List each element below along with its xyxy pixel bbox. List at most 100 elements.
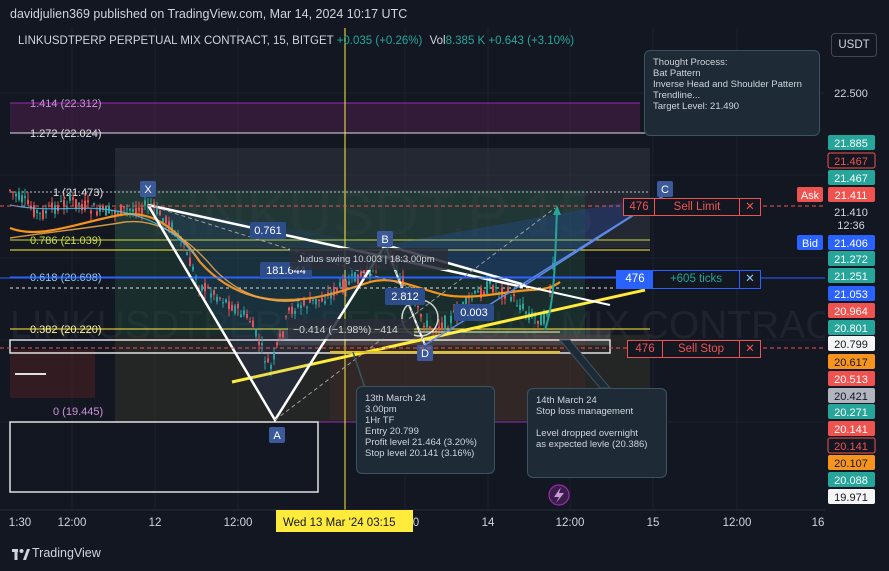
candle-body	[486, 281, 488, 294]
candle-body	[81, 204, 83, 211]
candle-body	[429, 326, 431, 330]
candle-body	[138, 207, 140, 211]
position-order[interactable]: 476 +605 ticks ✕	[616, 270, 761, 289]
candle-body	[54, 205, 56, 214]
candle-body	[117, 212, 119, 214]
price-tick-label: 21.410	[834, 207, 868, 219]
thought-note[interactable]: Thought Process: Bat Pattern Inverse Hea…	[644, 50, 820, 136]
time-tick-label: 12:00	[723, 517, 752, 529]
pattern-point-a: A	[273, 430, 281, 442]
candle-body	[45, 210, 47, 214]
fib-zone-top	[10, 103, 640, 133]
candle-body	[426, 320, 428, 328]
ask-label: Ask	[801, 190, 820, 202]
fib-label: 0 (19.445)	[53, 406, 103, 418]
candle-body	[495, 286, 497, 289]
tradingview-logo-icon	[12, 548, 30, 560]
ratio-xa: 0.761	[254, 225, 282, 237]
vol-change: +0.643 (+3.10%)	[488, 35, 575, 47]
time-tick-label: 15	[647, 517, 660, 529]
sell-limit-order[interactable]: 476 Sell Limit ✕	[623, 198, 761, 216]
candle-body	[21, 195, 23, 203]
candle-body	[15, 193, 17, 197]
fib-label: 1.272 (22.024)	[30, 128, 102, 140]
ratio-cd: 0.003	[460, 307, 488, 319]
price-tick-label: 21.406	[834, 238, 868, 250]
candle-body	[477, 290, 479, 293]
price-tick-label: 21.467	[834, 156, 868, 168]
price-tick-label: 21.272	[834, 254, 868, 266]
price-tick-label: 21.885	[834, 138, 868, 150]
price-tick-label: 20.964	[834, 306, 868, 318]
fib-label: 0.786 (21.039)	[30, 235, 102, 247]
sell-stop-label: Sell Stop	[677, 343, 725, 355]
vol-value: 8.385 K	[445, 35, 486, 47]
candle-body	[444, 315, 446, 330]
candle-body	[441, 322, 443, 330]
price-tick-label: 20.271	[834, 407, 868, 419]
currency-button[interactable]: USDT	[831, 33, 877, 57]
stoploss-note[interactable]: 14th March 24 Stop loss management Level…	[527, 388, 667, 478]
candle-body	[78, 202, 80, 205]
candle-body	[141, 207, 143, 214]
candle-body	[12, 191, 14, 193]
symbol-name[interactable]: LINKUSDTPERP PERPETUAL MIX CONTRACT, 15,…	[18, 35, 333, 47]
candle-body	[36, 210, 38, 214]
vol-label: Vol	[429, 35, 446, 47]
symbol-header: LINKUSDTPERP PERPETUAL MIX CONTRACT, 15,…	[18, 35, 574, 47]
entry-note[interactable]: 13th March 24 3.00pm 1Hr TF Entry 20.799…	[356, 386, 495, 474]
candle-body	[450, 315, 452, 324]
candle-body	[27, 199, 29, 205]
candle-body	[513, 293, 515, 297]
candle-body	[9, 189, 11, 191]
candle-body	[492, 285, 494, 293]
fib-label: 1.414 (22.312)	[30, 98, 102, 110]
candle-body	[420, 314, 422, 317]
footer-brand[interactable]: TradingView	[12, 546, 101, 560]
price-tick-label: 20.107	[834, 458, 868, 470]
position-label: +605 ticks	[669, 273, 723, 285]
price-tick-label: 20.801	[834, 323, 868, 335]
sell-stop-close-icon[interactable]: ✕	[739, 341, 760, 357]
candle-body	[510, 296, 512, 302]
time-tick-label: 14	[482, 517, 495, 529]
candle-body	[66, 206, 68, 208]
candle-body	[42, 209, 44, 219]
candle-body	[33, 205, 35, 217]
price-tick-label: 20.141	[834, 441, 868, 453]
candle-body	[483, 291, 485, 295]
sell-limit-close-icon[interactable]: ✕	[739, 199, 760, 215]
price-tick-label: 20.799	[834, 339, 868, 351]
candle-body	[474, 290, 476, 294]
sell-stop-order[interactable]: 476 Sell Stop ✕	[627, 340, 761, 358]
price-tick-label: 19.971	[834, 492, 868, 504]
candle-body	[522, 303, 524, 309]
position-qty: 476	[617, 271, 653, 288]
candle-body	[537, 320, 539, 324]
pattern-point-x: X	[144, 184, 152, 196]
candle-body	[96, 211, 98, 216]
candle-body	[525, 311, 527, 314]
pattern-point-d: D	[421, 348, 429, 360]
price-tick-label: 21.467	[834, 173, 868, 185]
time-tick-label: 0	[413, 517, 419, 529]
price-tick-label: 20.513	[834, 374, 868, 386]
candle-body	[72, 197, 74, 200]
candle-body	[144, 200, 146, 206]
time-tick-label: 12	[149, 517, 162, 529]
candle-body	[471, 298, 473, 300]
candle-body	[417, 305, 419, 308]
candle-body	[51, 202, 53, 208]
price-tick-label: 21.053	[834, 289, 868, 301]
price-tick-label: 20.421	[834, 391, 868, 403]
position-close-icon[interactable]: ✕	[739, 271, 760, 288]
range-label: −0.414 (−1.98%) −414	[293, 324, 398, 336]
fib-label: 0.382 (20.220)	[30, 324, 102, 336]
candle-body	[75, 199, 77, 209]
swing-label: Judus swing 10.003 | 18:3.00pm	[298, 254, 435, 265]
price-tick-label: 21.251	[834, 271, 868, 283]
sell-limit-qty: 476	[624, 199, 655, 215]
ratio-bc: 2.812	[391, 291, 419, 303]
candle-body	[60, 200, 62, 202]
price-tick-label: 20.141	[834, 424, 868, 436]
